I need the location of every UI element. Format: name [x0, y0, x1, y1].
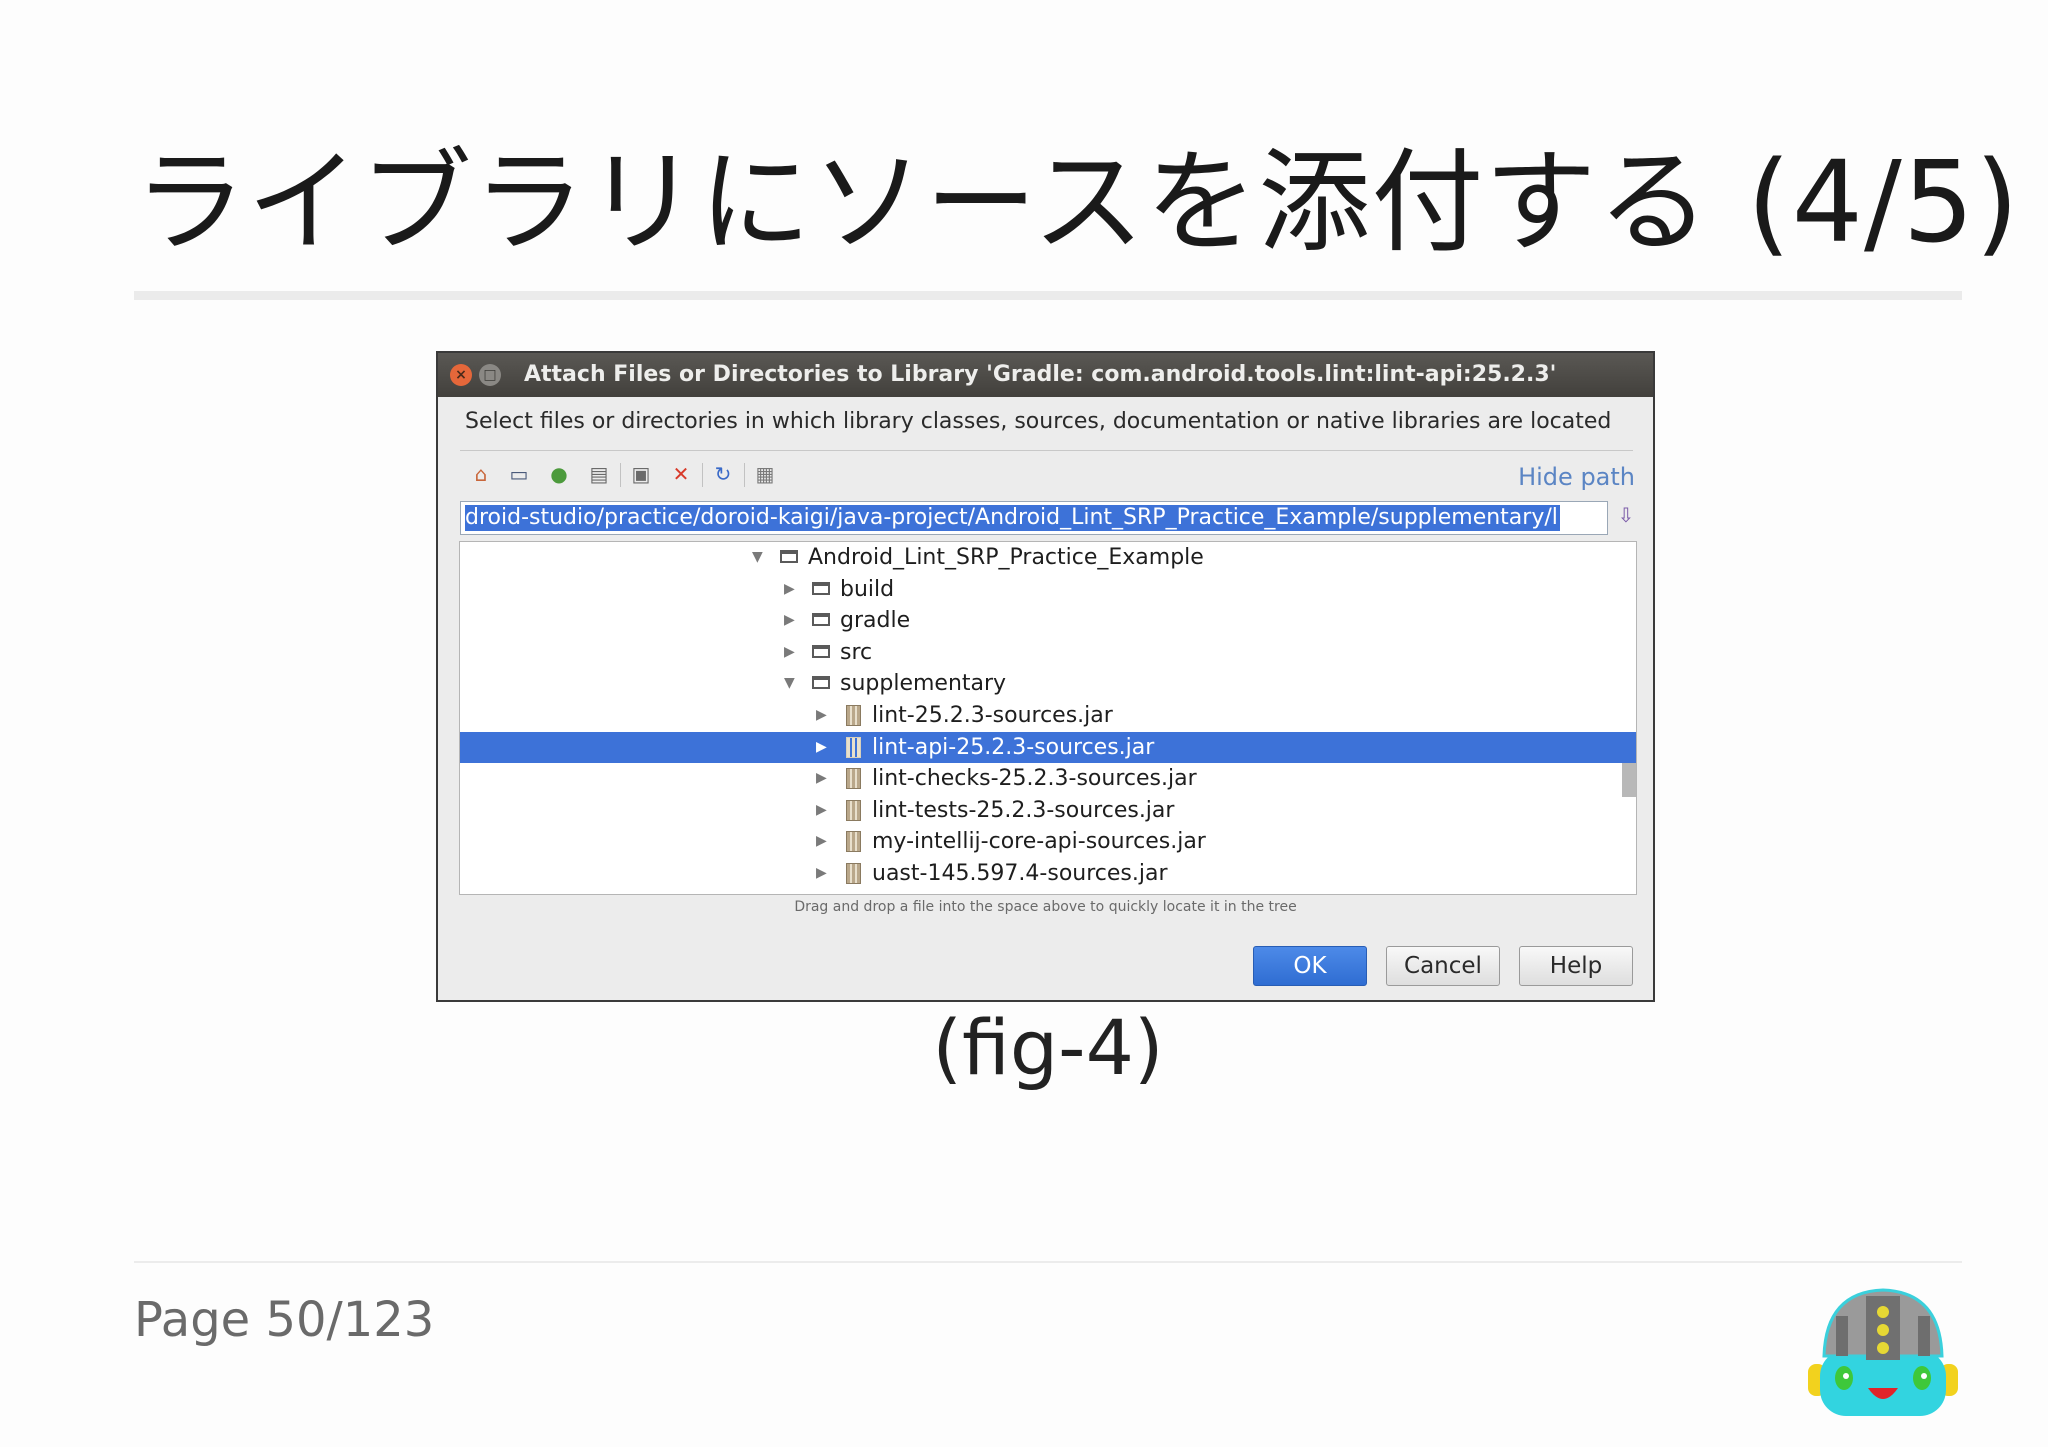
tree-item-folder[interactable]: ▶ src	[460, 637, 1636, 668]
tree-item-label: lint-api-25.2.3-sources.jar	[872, 734, 1155, 760]
drag-drop-hint: Drag and drop a file into the space abov…	[794, 899, 1297, 915]
collapsed-arrow-icon[interactable]: ▶	[816, 700, 827, 731]
figure-caption: (fig-4)	[932, 1003, 1164, 1092]
path-history-icon[interactable]: ⇩	[1614, 503, 1638, 531]
jar-icon	[846, 768, 861, 790]
desktop-icon[interactable]: ▭	[506, 461, 532, 487]
tree-item-jar[interactable]: ▶ my-intellij-core-api-sources.jar	[460, 826, 1636, 857]
cancel-button[interactable]: Cancel	[1386, 946, 1500, 986]
tree-item-label: gradle	[840, 608, 911, 634]
footer-divider	[134, 1261, 1962, 1263]
tree-item-folder[interactable]: ▼ supplementary	[460, 668, 1636, 699]
jar-icon	[846, 799, 861, 821]
tree-item-jar[interactable]: ▶ lint-api-25.2.3-sources.jar	[460, 731, 1636, 763]
tree-item-label: Android_Lint_SRP_Practice_Example	[808, 545, 1204, 570]
divider	[460, 450, 1633, 451]
collapsed-arrow-icon[interactable]: ▶	[784, 637, 795, 668]
expanded-arrow-icon[interactable]: ▼	[784, 668, 795, 699]
home-icon[interactable]: ⌂	[468, 461, 494, 487]
folder-icon	[780, 550, 798, 563]
file-tree[interactable]: ▼ Android_Lint_SRP_Practice_Example ▶ build…	[459, 541, 1637, 895]
maximize-icon[interactable]: □	[479, 364, 501, 386]
new-folder-icon[interactable]: ▣	[628, 461, 654, 487]
tree-item-label: lint-tests-25.2.3-sources.jar	[872, 797, 1175, 823]
collapsed-arrow-icon[interactable]: ▶	[816, 826, 827, 857]
tree-item-label: lint-checks-25.2.3-sources.jar	[872, 766, 1197, 792]
tree-item-jar[interactable]: ▶ lint-checks-25.2.3-sources.jar	[460, 763, 1636, 794]
dialog-title: Attach Files or Directories to Library '…	[524, 362, 1557, 387]
collapsed-arrow-icon[interactable]: ▶	[816, 763, 827, 794]
refresh-icon[interactable]: ↻	[710, 461, 736, 487]
tree-item-jar[interactable]: ▶ lint-tests-25.2.3-sources.jar	[460, 795, 1636, 826]
tree-item-label: my-intellij-core-api-sources.jar	[872, 829, 1206, 855]
dialog-titlebar[interactable]: × □ Attach Files or Directories to Libra…	[438, 353, 1653, 397]
toolbar-separator	[620, 463, 621, 487]
slide-title: ライブラリにソースを添付する (4/5)	[134, 138, 2020, 268]
folder-icon	[812, 676, 830, 690]
tree-item-label: uast-145.597.4-sources.jar	[872, 861, 1168, 886]
path-input[interactable]: droid-studio/practice/doroid-kaigi/java-…	[460, 501, 1608, 535]
path-input-value: droid-studio/practice/doroid-kaigi/java-…	[465, 505, 1560, 531]
jar-icon	[846, 831, 861, 853]
help-button[interactable]: Help	[1519, 946, 1633, 986]
module-icon[interactable]: ▤	[586, 461, 612, 487]
ok-button[interactable]: OK	[1253, 946, 1367, 986]
mascot-logo	[1808, 1288, 1958, 1416]
hide-path-link[interactable]: Hide path	[1518, 463, 1635, 491]
tree-item-label: src	[840, 639, 873, 665]
jar-icon	[846, 736, 861, 758]
collapsed-arrow-icon[interactable]: ▶	[816, 732, 827, 763]
tree-item-label: supplementary	[840, 671, 1007, 697]
delete-icon[interactable]: ✕	[668, 461, 694, 487]
tree-item-folder[interactable]: ▶ build	[460, 574, 1636, 605]
show-hidden-icon[interactable]: ▦	[752, 461, 778, 487]
expanded-arrow-icon[interactable]: ▼	[752, 542, 763, 573]
close-icon[interactable]: ×	[450, 364, 472, 386]
collapsed-arrow-icon[interactable]: ▶	[816, 795, 827, 826]
attach-files-dialog: × □ Attach Files or Directories to Libra…	[436, 351, 1655, 1002]
folder-icon	[812, 613, 830, 627]
tree-item-label: lint-25.2.3-sources.jar	[872, 703, 1113, 728]
project-icon[interactable]: ●	[546, 461, 572, 487]
jar-icon	[846, 863, 861, 884]
collapsed-arrow-icon[interactable]: ▶	[784, 605, 795, 636]
folder-icon	[812, 644, 830, 658]
folder-icon	[812, 581, 830, 595]
dialog-description: Select files or directories in which lib…	[465, 409, 1612, 434]
jar-icon	[846, 705, 861, 726]
tree-item-jar[interactable]: ▶ uast-145.597.4-sources.jar	[460, 858, 1636, 889]
tree-item-folder[interactable]: ▼ Android_Lint_SRP_Practice_Example	[460, 542, 1636, 573]
toolbar-separator	[744, 463, 745, 487]
page-number: Page 50/123	[134, 1292, 435, 1348]
tree-item-jar[interactable]: ▶ lint-25.2.3-sources.jar	[460, 700, 1636, 731]
title-divider	[134, 291, 1962, 300]
collapsed-arrow-icon[interactable]: ▶	[816, 858, 827, 889]
toolbar-separator	[702, 463, 703, 487]
tree-item-folder[interactable]: ▶ gradle	[460, 605, 1636, 636]
collapsed-arrow-icon[interactable]: ▶	[784, 574, 795, 605]
tree-item-label: build	[840, 576, 895, 602]
